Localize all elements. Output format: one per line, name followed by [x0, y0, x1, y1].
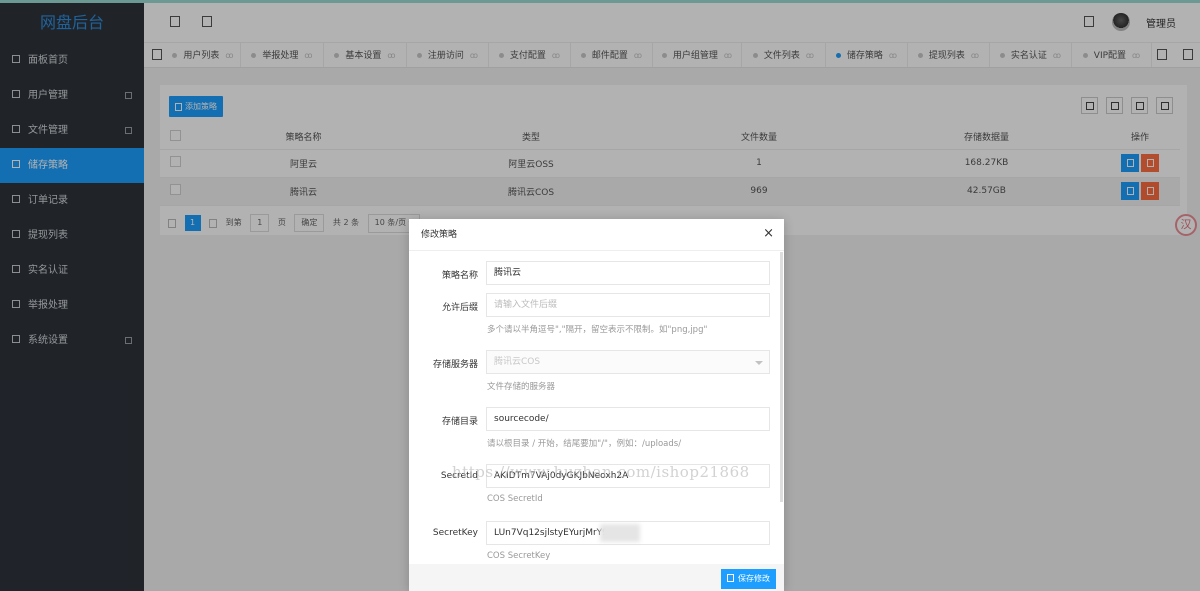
dir-label: 存储目录	[441, 417, 478, 427]
dir-hint: 请以根目录 / 开始，结尾要加"/"，例如：/uploads/	[487, 439, 682, 449]
modal-scrollbar[interactable]	[780, 252, 783, 502]
save-label: 保存修改	[738, 574, 770, 583]
suffix-label: 允许后缀	[441, 303, 478, 313]
edit-policy-modal: 修改策略 × 策略名称 腾讯云 允许后缀 请输入文件后缀 多个请以半角逗号","…	[409, 219, 784, 591]
secretkey-hint: COS SecretKey	[487, 551, 551, 561]
secretid-hint: COS SecretId	[487, 494, 543, 504]
save-button[interactable]: 保存修改	[721, 569, 776, 589]
secretkey-label: SecretKey	[432, 528, 478, 538]
close-icon[interactable]: ×	[763, 227, 774, 241]
modal-footer: 保存修改	[409, 564, 784, 591]
dir-input[interactable]: sourcecode/	[486, 407, 770, 431]
server-hint: 文件存储的服务器	[487, 382, 556, 392]
suffix-hint: 多个请以半角逗号","隔开，留空表示不限制。如"png,jpg"	[487, 325, 708, 335]
server-value: 腾讯云COS	[494, 357, 541, 367]
redaction-blur	[600, 524, 640, 542]
suffix-input[interactable]: 请输入文件后缀	[486, 293, 770, 317]
secretid-input[interactable]: AKIDTm7VAj0dyGKJbNeoxh2A	[486, 464, 770, 488]
server-label: 存储服务器	[432, 360, 478, 370]
save-icon	[727, 573, 734, 582]
modal-title: 修改策略	[409, 219, 784, 251]
chevron-down-icon	[755, 361, 763, 365]
name-input[interactable]: 腾讯云	[486, 261, 770, 285]
server-select[interactable]: 腾讯云COS	[486, 350, 770, 374]
secretid-label: SecretId	[440, 471, 478, 481]
name-label: 策略名称	[441, 271, 478, 281]
